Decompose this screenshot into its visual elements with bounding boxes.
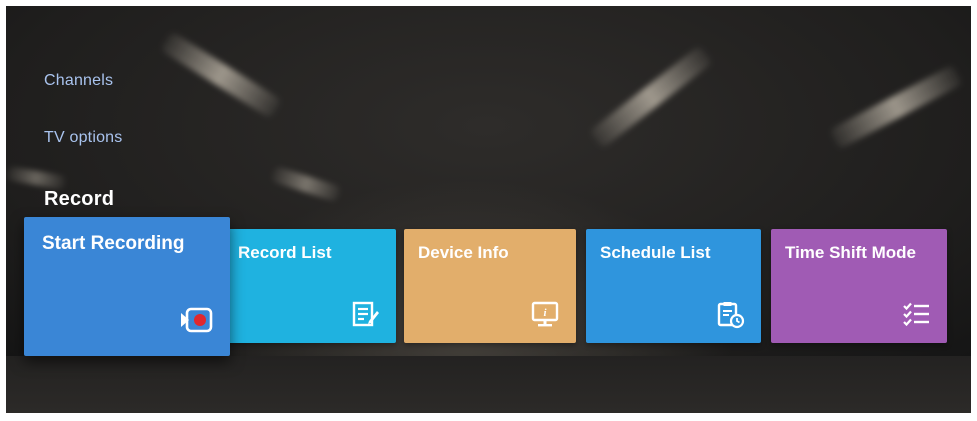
tile-label: Record List xyxy=(238,243,332,262)
start-recording-tile[interactable]: Start Recording xyxy=(24,217,230,356)
menu-item-channels[interactable]: Channels xyxy=(44,72,113,90)
time-shift-mode-tile[interactable]: Time Shift Mode xyxy=(771,229,947,343)
menu-item-tv-options[interactable]: TV options xyxy=(44,129,122,147)
start-recording-icon xyxy=(181,307,213,333)
schedule-list-tile[interactable]: Schedule List xyxy=(586,229,761,343)
time-shift-mode-icon xyxy=(903,302,929,327)
menu-item-record[interactable]: Record xyxy=(44,188,114,211)
light-reflection xyxy=(6,165,67,191)
record-list-icon xyxy=(352,301,379,327)
tile-label: Time Shift Mode xyxy=(785,243,916,262)
light-reflection xyxy=(270,165,342,203)
light-reflection xyxy=(589,45,713,149)
schedule-list-icon xyxy=(717,302,745,329)
light-reflection xyxy=(160,31,282,119)
record-list-tile[interactable]: Record List xyxy=(224,229,396,343)
light-reflection xyxy=(829,64,963,150)
room-reflection xyxy=(6,356,971,413)
tile-label: Start Recording xyxy=(42,233,185,254)
tile-label: Schedule List xyxy=(600,243,711,262)
tile-label: Device Info xyxy=(418,243,509,262)
device-info-icon: i xyxy=(531,301,559,327)
svg-text:i: i xyxy=(543,307,547,319)
tv-screen: Channels TV options Record Start Recordi… xyxy=(6,6,971,413)
device-info-tile[interactable]: Device Info i xyxy=(404,229,576,343)
